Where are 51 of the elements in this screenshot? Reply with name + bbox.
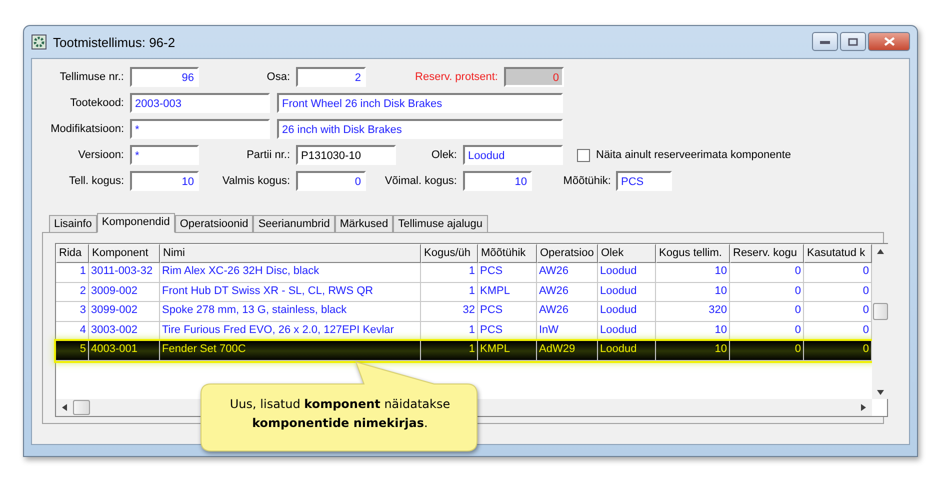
- table-cell: 10: [656, 341, 730, 360]
- table-cell: 2: [56, 282, 89, 302]
- field-label: Mõõtühik:: [562, 175, 611, 187]
- table-cell: 3011-003-32: [89, 263, 160, 282]
- table-cell: Loodud: [598, 341, 656, 360]
- table-cell: Loodud: [598, 263, 656, 282]
- table-cell: AW26: [537, 282, 598, 302]
- table-cell: 1: [56, 263, 89, 282]
- table-cell: Loodud: [598, 302, 656, 322]
- field-label: Modifikatsioon:: [50, 123, 124, 135]
- table-cell: Rim Alex XC-26 32H Disc, black: [160, 263, 421, 282]
- table-cell: 0: [730, 282, 804, 302]
- field-label: Reserv. protsent:: [414, 71, 498, 83]
- table-cell: Loodud: [598, 282, 656, 302]
- table-cell: 5: [56, 341, 89, 360]
- field-label: Olek:: [430, 149, 457, 161]
- table-cell: 320: [656, 302, 730, 322]
- table-cell: 3009-002: [89, 282, 160, 302]
- checkbox-label: Näita ainult reserveerimata komponente: [596, 149, 792, 161]
- table-cell: PCS: [478, 302, 537, 322]
- field-label: Partii nr.:: [246, 149, 290, 161]
- table-cell: PCS: [478, 263, 537, 282]
- table-cell: Spoke 278 mm, 13 G, stainless, black: [160, 302, 421, 322]
- table-cell: 3: [56, 302, 89, 322]
- table-cell: 1: [421, 341, 478, 360]
- table-cell: 32: [421, 302, 478, 322]
- table-cell: 0: [730, 302, 804, 322]
- table-cell: 4003-001: [89, 341, 160, 360]
- table-cell: 10: [656, 282, 730, 302]
- table-cell: 1: [421, 263, 478, 282]
- field-label: Osa:: [266, 71, 290, 83]
- table-cell: AW26: [537, 302, 598, 322]
- table-cell: AdW29: [537, 341, 598, 360]
- field-label: Tootekood:: [69, 97, 124, 109]
- table-cell: 10: [656, 263, 730, 282]
- window-title: Tootmistellimus: 96-2: [53, 34, 176, 50]
- table-cell: 1: [421, 282, 478, 302]
- table-cell: 0: [730, 341, 804, 360]
- field-label: Versioon:: [77, 149, 124, 161]
- table-cell: Fender Set 700C: [160, 341, 421, 360]
- table-cell: KMPL: [478, 282, 537, 302]
- table-cell: AW26: [537, 263, 598, 282]
- table-cell: Front Hub DT Swiss XR - SL, CL, RWS QR: [160, 282, 421, 302]
- field-label: Võimal. kogus:: [384, 175, 457, 187]
- callout-text: Uus, lisatud komponent näidatakse komponentide nimekirjas.: [228, 396, 452, 432]
- table-cell: KMPL: [478, 341, 537, 360]
- table-cell: 3099-002: [89, 302, 160, 322]
- field-label: Valmis kogus:: [221, 175, 290, 187]
- table-cell: 0: [730, 263, 804, 282]
- field-label: Tell. kogus:: [68, 175, 124, 187]
- field-label: Tellimuse nr.:: [58, 71, 124, 83]
